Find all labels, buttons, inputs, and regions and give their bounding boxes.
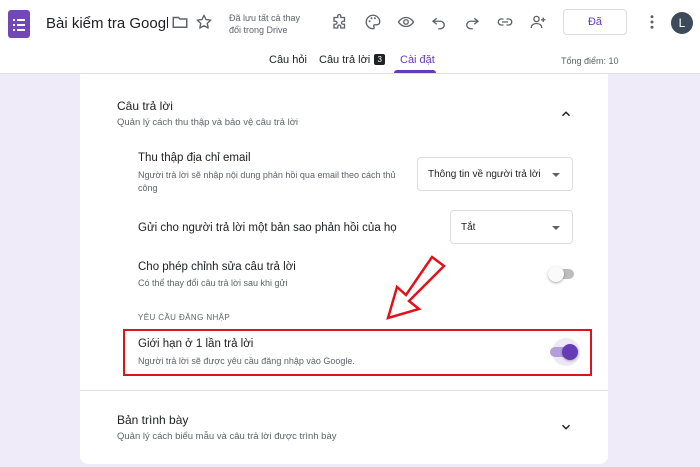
section-divider xyxy=(80,390,608,391)
dropdown-arrow-icon xyxy=(552,226,560,230)
collect-email-select[interactable]: Thông tin về người trả lời xyxy=(417,157,573,191)
palette-icon[interactable] xyxy=(362,11,384,33)
tab-settings[interactable]: Cài đặt xyxy=(400,54,435,66)
chevron-up-icon[interactable] xyxy=(559,107,573,121)
tab-questions[interactable]: Câu hỏi xyxy=(269,54,307,66)
top-bar: Bài kiểm tra Google W Đã lưu tất cả thay… xyxy=(0,0,700,46)
send-copy-select-value: Tắt xyxy=(461,222,476,233)
active-tab-indicator xyxy=(394,70,436,73)
chevron-down-icon[interactable] xyxy=(559,420,573,434)
allow-edit-title: Cho phép chỉnh sửa câu trả lời xyxy=(138,261,296,273)
add-collaborator-icon[interactable] xyxy=(527,11,549,33)
tab-bar: Câu hỏi Câu trả lời 3 Cài đặt Tổng điểm: … xyxy=(0,46,700,74)
dropdown-arrow-icon xyxy=(552,173,560,177)
link-icon[interactable] xyxy=(494,11,516,33)
addon-puzzle-icon[interactable] xyxy=(329,11,351,33)
response-count-badge: 3 xyxy=(374,54,386,65)
more-vert-icon[interactable] xyxy=(641,11,663,33)
allow-edit-toggle[interactable] xyxy=(548,266,574,282)
star-icon[interactable] xyxy=(193,11,215,33)
presentation-section-title[interactable]: Bản trình bày xyxy=(117,413,188,427)
collect-email-select-value: Thông tin về người trả lời xyxy=(428,169,541,180)
redo-icon[interactable] xyxy=(461,11,483,33)
allow-edit-subtitle: Có thể thay đổi câu trả lời sau khi gửi xyxy=(138,278,288,288)
document-title[interactable]: Bài kiểm tra Google W xyxy=(46,15,168,32)
responses-section-title[interactable]: Câu trả lời xyxy=(117,99,173,113)
forms-app-icon[interactable] xyxy=(8,10,30,38)
responses-section-subtitle: Quản lý cách thu thập và bảo vệ câu trả … xyxy=(117,117,299,128)
send-copy-select[interactable]: Tắt xyxy=(450,210,573,244)
preview-eye-icon[interactable] xyxy=(395,11,417,33)
presentation-section-subtitle: Quản lý cách biểu mẫu và câu trả lời đượ… xyxy=(117,431,337,442)
undo-icon[interactable] xyxy=(428,11,450,33)
send-copy-title: Gửi cho người trả lời một bản sao phản h… xyxy=(138,222,397,234)
settings-card: Câu trả lời Quản lý cách thu thập và bảo… xyxy=(80,74,608,464)
login-required-label: YÊU CẦU ĐĂNG NHẬP xyxy=(138,313,231,322)
send-button[interactable]: Đã xyxy=(563,9,627,35)
tab-responses[interactable]: Câu trả lời 3 xyxy=(319,54,386,66)
save-status: Đã lưu tất cả thay đổi trong Drive xyxy=(229,13,301,35)
collect-email-subtitle: Người trả lời sẽ nhập nội dung phản hồi … xyxy=(138,170,396,193)
highlight-box xyxy=(123,329,592,376)
collect-email-title: Thu thập địa chỉ email xyxy=(138,152,251,164)
folder-icon[interactable] xyxy=(169,11,191,33)
avatar[interactable]: L xyxy=(671,12,693,34)
total-points: Tổng điểm: 10 xyxy=(561,56,619,66)
